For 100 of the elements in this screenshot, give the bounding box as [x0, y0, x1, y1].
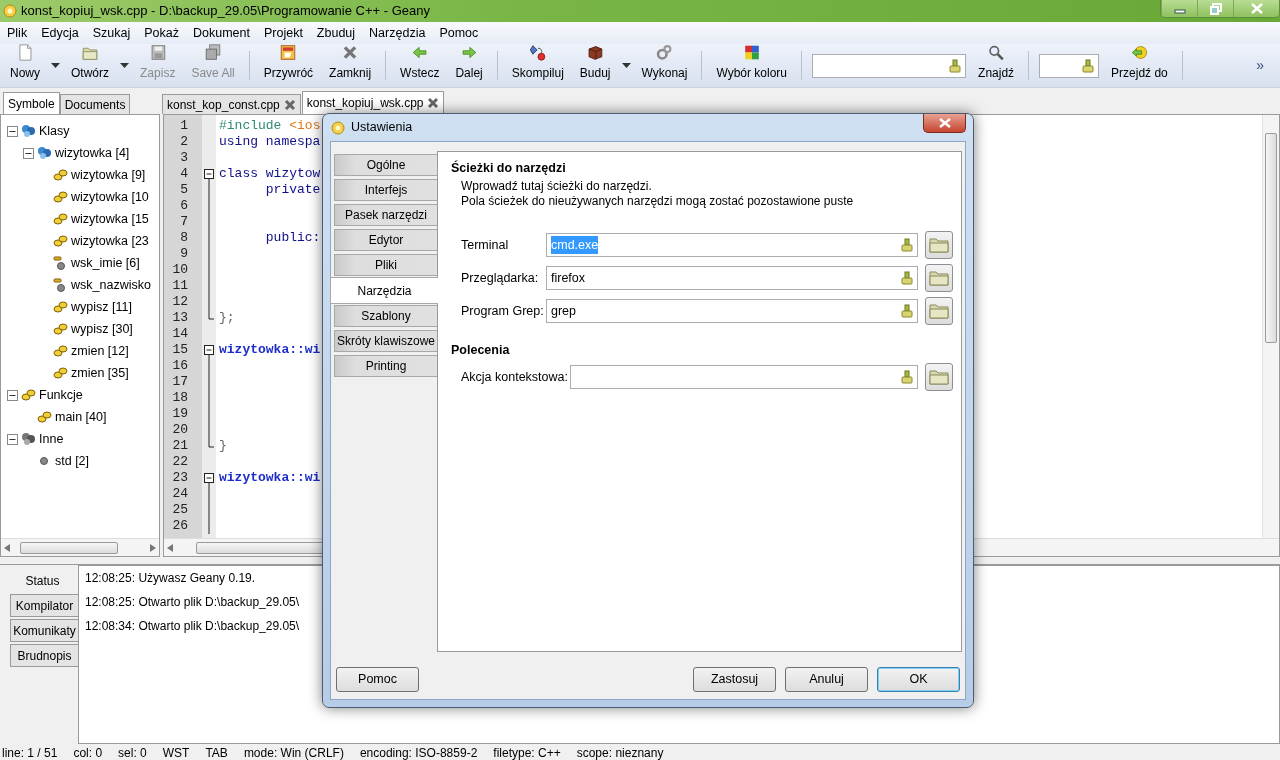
toolbar-button[interactable]: Znajdź — [970, 44, 1023, 87]
panel-tab[interactable]: Status — [6, 569, 78, 592]
panel-tab[interactable]: Komunikaty — [10, 619, 78, 642]
toolbar-button[interactable]: Nowy — [2, 44, 48, 87]
browse-button[interactable] — [925, 297, 953, 325]
tree-item[interactable]: Inne — [39, 429, 64, 449]
tree-item[interactable]: wypisz [11] — [71, 297, 132, 317]
input-field[interactable]: grep — [546, 299, 918, 323]
tree-item[interactable]: Klasy — [39, 121, 70, 141]
dialog-button[interactable]: Anuluj — [785, 667, 868, 692]
clear-icon[interactable] — [901, 238, 913, 252]
editor-tab[interactable]: konst_kop_const.cpp — [162, 94, 301, 114]
panel-tab[interactable]: Kompilator — [10, 594, 78, 617]
expander-icon[interactable] — [22, 147, 34, 159]
folder-icon — [929, 270, 949, 286]
tree-item[interactable]: wizytowka [23 — [71, 231, 149, 251]
tree-item[interactable]: wizytowka [9] — [71, 165, 146, 185]
overflow-button[interactable]: » — [1242, 44, 1278, 87]
code-line: } — [219, 438, 227, 454]
sidebar-tab[interactable]: Documents — [59, 94, 131, 114]
line-number: 20 — [171, 422, 189, 438]
browse-button[interactable] — [925, 231, 953, 259]
editor-tab[interactable]: konst_kopiuj_wsk.cpp — [301, 91, 445, 114]
browse-button[interactable] — [925, 363, 953, 391]
menu-item[interactable]: Szukaj — [85, 23, 138, 43]
line-number: 16 — [171, 358, 189, 374]
tree-item[interactable]: std [2] — [55, 451, 90, 471]
dialog-button[interactable]: Zastosuj — [693, 667, 776, 692]
clear-icon[interactable] — [901, 304, 913, 318]
clear-icon[interactable] — [949, 58, 962, 73]
toolbar-button[interactable]: Buduj — [571, 44, 619, 87]
menu-item[interactable]: Pokaż — [137, 23, 186, 43]
toolbar-button[interactable]: Dalej — [447, 44, 491, 87]
tree-item[interactable]: Funkcje — [39, 385, 83, 405]
clear-icon[interactable] — [901, 370, 913, 384]
tree-item[interactable]: wizytowka [10 — [71, 187, 149, 207]
close-button[interactable] — [923, 114, 966, 133]
search-field[interactable] — [812, 53, 967, 78]
tree-item[interactable]: wsk_imie [6] — [71, 253, 140, 273]
vertical-scrollbar[interactable] — [1262, 115, 1279, 538]
settings-tab[interactable]: Interfejs — [334, 179, 437, 201]
tree-item[interactable]: wizytowka [15 — [71, 209, 149, 229]
close-icon[interactable] — [283, 98, 296, 111]
method-icon — [52, 233, 68, 249]
settings-tab[interactable]: Narzędzia — [330, 277, 438, 304]
panel-tab[interactable]: Brudnopis — [10, 644, 78, 667]
line-number-field[interactable] — [1039, 53, 1100, 78]
line-number: 12 — [171, 294, 189, 310]
toolbar-button[interactable]: Wykonaj — [633, 44, 696, 87]
toolbar-button[interactable]: Przejdź do — [1103, 44, 1176, 87]
tree-item[interactable]: main [40] — [55, 407, 107, 427]
code-line: class wizytow — [219, 166, 321, 182]
menu-item[interactable]: Projekt — [256, 23, 310, 43]
settings-tab[interactable]: Pliki — [334, 254, 437, 276]
menu-item[interactable]: Narzędzia — [362, 23, 433, 43]
settings-tab[interactable]: Skróty klawiszowe — [334, 330, 437, 352]
toolbar-button[interactable]: Otwórz — [63, 44, 118, 87]
menu-item[interactable]: Zbuduj — [309, 23, 363, 43]
toolbar-button[interactable]: Wybór koloru — [708, 44, 796, 87]
clear-icon[interactable] — [1082, 58, 1095, 73]
menu-item[interactable]: Plik — [0, 23, 35, 43]
toolbar-button[interactable]: Skompiluj — [503, 44, 572, 87]
close-icon[interactable] — [427, 97, 440, 109]
caret-icon — [621, 63, 631, 68]
menu-item[interactable]: Dokument — [185, 23, 257, 43]
menu-item[interactable]: Edycja — [34, 23, 86, 43]
sidebar-tab[interactable]: Symbole — [3, 92, 60, 114]
clear-icon[interactable] — [901, 271, 913, 285]
code-line: using namespa — [219, 134, 321, 150]
settings-tab[interactable]: Ogólne — [334, 154, 437, 176]
help-button[interactable]: Pomoc — [336, 667, 419, 692]
tree-item[interactable]: zmien [12] — [71, 341, 129, 361]
horizontal-scrollbar[interactable] — [1, 538, 159, 556]
tree-item[interactable]: wsk_nazwisko — [71, 275, 151, 295]
line-number: 5 — [179, 182, 189, 198]
toolbar-button[interactable]: Zamknij — [321, 44, 380, 87]
input-field[interactable]: firefox — [546, 266, 918, 290]
settings-tab[interactable]: Pasek narzędzi — [334, 204, 437, 226]
expander-icon[interactable] — [6, 125, 18, 137]
toolbar-button[interactable]: Wstecz — [392, 44, 448, 87]
tree-item[interactable]: wizytowka [4] — [55, 143, 130, 163]
input-field[interactable] — [570, 365, 918, 389]
restore-button[interactable] — [1197, 0, 1233, 17]
settings-tab[interactable]: Edytor — [334, 229, 437, 251]
settings-tab[interactable]: Printing — [334, 355, 437, 377]
fold-toggle-icon[interactable] — [204, 470, 214, 486]
tree-item[interactable]: zmien [35] — [71, 363, 129, 383]
tree-item[interactable]: wypisz [30] — [71, 319, 133, 339]
dialog-button[interactable]: OK — [877, 667, 960, 692]
fold-toggle-icon[interactable] — [204, 342, 214, 358]
minimize-button[interactable] — [1161, 0, 1197, 17]
toolbar-button[interactable]: Przywróć — [255, 44, 322, 87]
window-title: konst_kopiuj_wsk.cpp - D:\backup_29.05\Programowanie C++ - Geany — [21, 2, 430, 21]
expander-icon[interactable] — [6, 433, 18, 445]
close-icon — [1250, 3, 1263, 14]
settings-tab[interactable]: Szablony — [334, 305, 437, 327]
expander-icon[interactable] — [6, 389, 18, 401]
fold-toggle-icon[interactable] — [204, 166, 214, 182]
browse-button[interactable] — [925, 264, 953, 292]
menu-item[interactable]: Pomoc — [432, 23, 486, 43]
